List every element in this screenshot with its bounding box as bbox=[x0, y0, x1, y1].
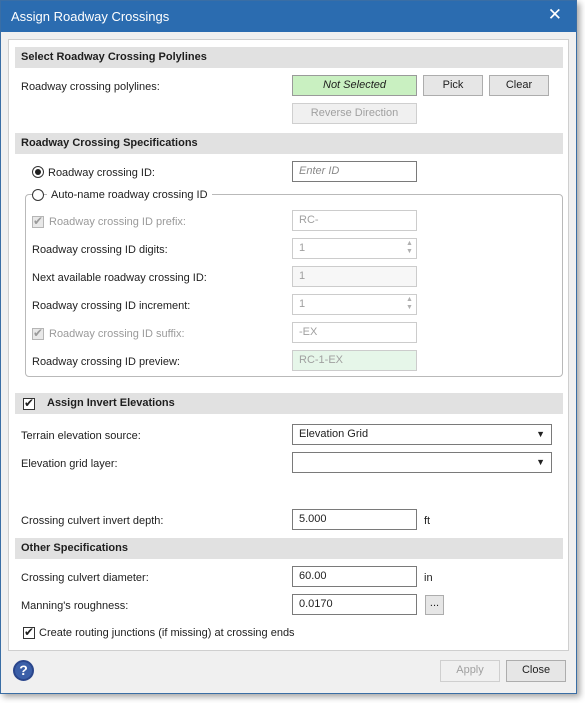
manning-input[interactable]: 0.0170 bbox=[292, 594, 417, 615]
suffix-label: Roadway crossing ID suffix: bbox=[49, 328, 185, 340]
section-header-specifications: Roadway Crossing Specifications bbox=[15, 133, 563, 154]
section-header-invert: Assign Invert Elevations bbox=[15, 393, 563, 414]
next-id-label: Next available roadway crossing ID: bbox=[32, 272, 207, 284]
invert-depth-label: Crossing culvert invert depth: bbox=[21, 515, 164, 527]
auto-id-label: Auto-name roadway crossing ID bbox=[47, 189, 212, 201]
manual-id-label: Roadway crossing ID: bbox=[48, 167, 155, 179]
pick-button[interactable]: Pick bbox=[423, 75, 483, 96]
reverse-direction-button[interactable]: Reverse Direction bbox=[292, 103, 417, 124]
prefix-input[interactable]: RC- bbox=[292, 210, 417, 231]
close-button[interactable]: Close bbox=[506, 660, 566, 682]
prefix-checkbox[interactable]: ✔ bbox=[32, 214, 44, 228]
help-icon[interactable]: ? bbox=[13, 660, 34, 681]
terrain-source-select[interactable]: Elevation Grid ▼ bbox=[292, 424, 552, 445]
next-id-field: 1 bbox=[292, 266, 417, 287]
grid-layer-label: Elevation grid layer: bbox=[21, 458, 118, 470]
terrain-source-value: Elevation Grid bbox=[299, 428, 369, 440]
increment-stepper[interactable]: 1 ▲ ▼ bbox=[292, 294, 417, 315]
polylines-status: Not Selected bbox=[292, 75, 417, 96]
assign-roadway-crossings-dialog: Assign Roadway Crossings ✕ Select Roadwa… bbox=[0, 0, 577, 694]
digits-label: Roadway crossing ID digits: bbox=[32, 244, 168, 256]
check-icon: ✔ bbox=[24, 625, 35, 639]
polylines-label: Roadway crossing polylines: bbox=[21, 81, 160, 93]
invert-depth-unit: ft bbox=[424, 515, 431, 527]
diameter-input[interactable]: 60.00 bbox=[292, 566, 417, 587]
manning-label: Manning's roughness: bbox=[21, 600, 129, 612]
digits-value: 1 bbox=[299, 242, 306, 254]
check-icon: ✔ bbox=[24, 396, 35, 410]
section-header-other: Other Specifications bbox=[15, 538, 563, 559]
diameter-unit: in bbox=[424, 572, 433, 584]
preview-label: Roadway crossing ID preview: bbox=[32, 356, 180, 368]
dropdown-arrow-icon: ▼ bbox=[536, 429, 545, 439]
assign-invert-checkbox[interactable]: ✔ bbox=[23, 396, 35, 410]
diameter-label: Crossing culvert diameter: bbox=[21, 572, 149, 584]
window-title: Assign Roadway Crossings bbox=[11, 9, 170, 24]
prefix-label: Roadway crossing ID prefix: bbox=[49, 216, 186, 228]
radio-selected-dot bbox=[35, 169, 41, 175]
increment-label: Roadway crossing ID increment: bbox=[32, 300, 191, 312]
digits-stepper[interactable]: 1 ▲ ▼ bbox=[292, 238, 417, 259]
browse-button[interactable]: ... bbox=[425, 595, 444, 615]
suffix-checkbox[interactable]: ✔ bbox=[32, 326, 44, 340]
crossing-id-placeholder: Enter ID bbox=[299, 165, 340, 177]
section-header-polylines: Select Roadway Crossing Polylines bbox=[15, 47, 563, 68]
spin-arrows-icon[interactable]: ▲ ▼ bbox=[405, 240, 414, 257]
invert-depth-input[interactable]: 5.000 bbox=[292, 509, 417, 530]
terrain-source-label: Terrain elevation source: bbox=[21, 430, 141, 442]
routing-junctions-label: Create routing junctions (if missing) at… bbox=[39, 627, 295, 639]
suffix-input[interactable]: -EX bbox=[292, 322, 417, 343]
apply-button[interactable]: Apply bbox=[440, 660, 500, 682]
crossing-id-input[interactable]: Enter ID bbox=[292, 161, 417, 182]
spin-arrows-icon[interactable]: ▲ ▼ bbox=[405, 296, 414, 313]
grid-layer-select[interactable]: ▼ bbox=[292, 452, 552, 473]
routing-junctions-checkbox[interactable]: ✔ bbox=[23, 625, 35, 639]
preview-field: RC-1-EX bbox=[292, 350, 417, 371]
check-icon: ✔ bbox=[33, 326, 44, 340]
check-icon: ✔ bbox=[33, 214, 44, 228]
manual-id-radio[interactable] bbox=[32, 166, 44, 178]
dropdown-arrow-icon: ▼ bbox=[536, 457, 545, 467]
close-icon[interactable]: ✕ bbox=[548, 6, 562, 24]
dialog-content: Select Roadway Crossing Polylines Roadwa… bbox=[8, 39, 569, 651]
increment-value: 1 bbox=[299, 298, 306, 310]
title-bar[interactable]: Assign Roadway Crossings ✕ bbox=[1, 1, 576, 32]
auto-id-radio[interactable] bbox=[32, 189, 44, 201]
clear-button[interactable]: Clear bbox=[489, 75, 549, 96]
